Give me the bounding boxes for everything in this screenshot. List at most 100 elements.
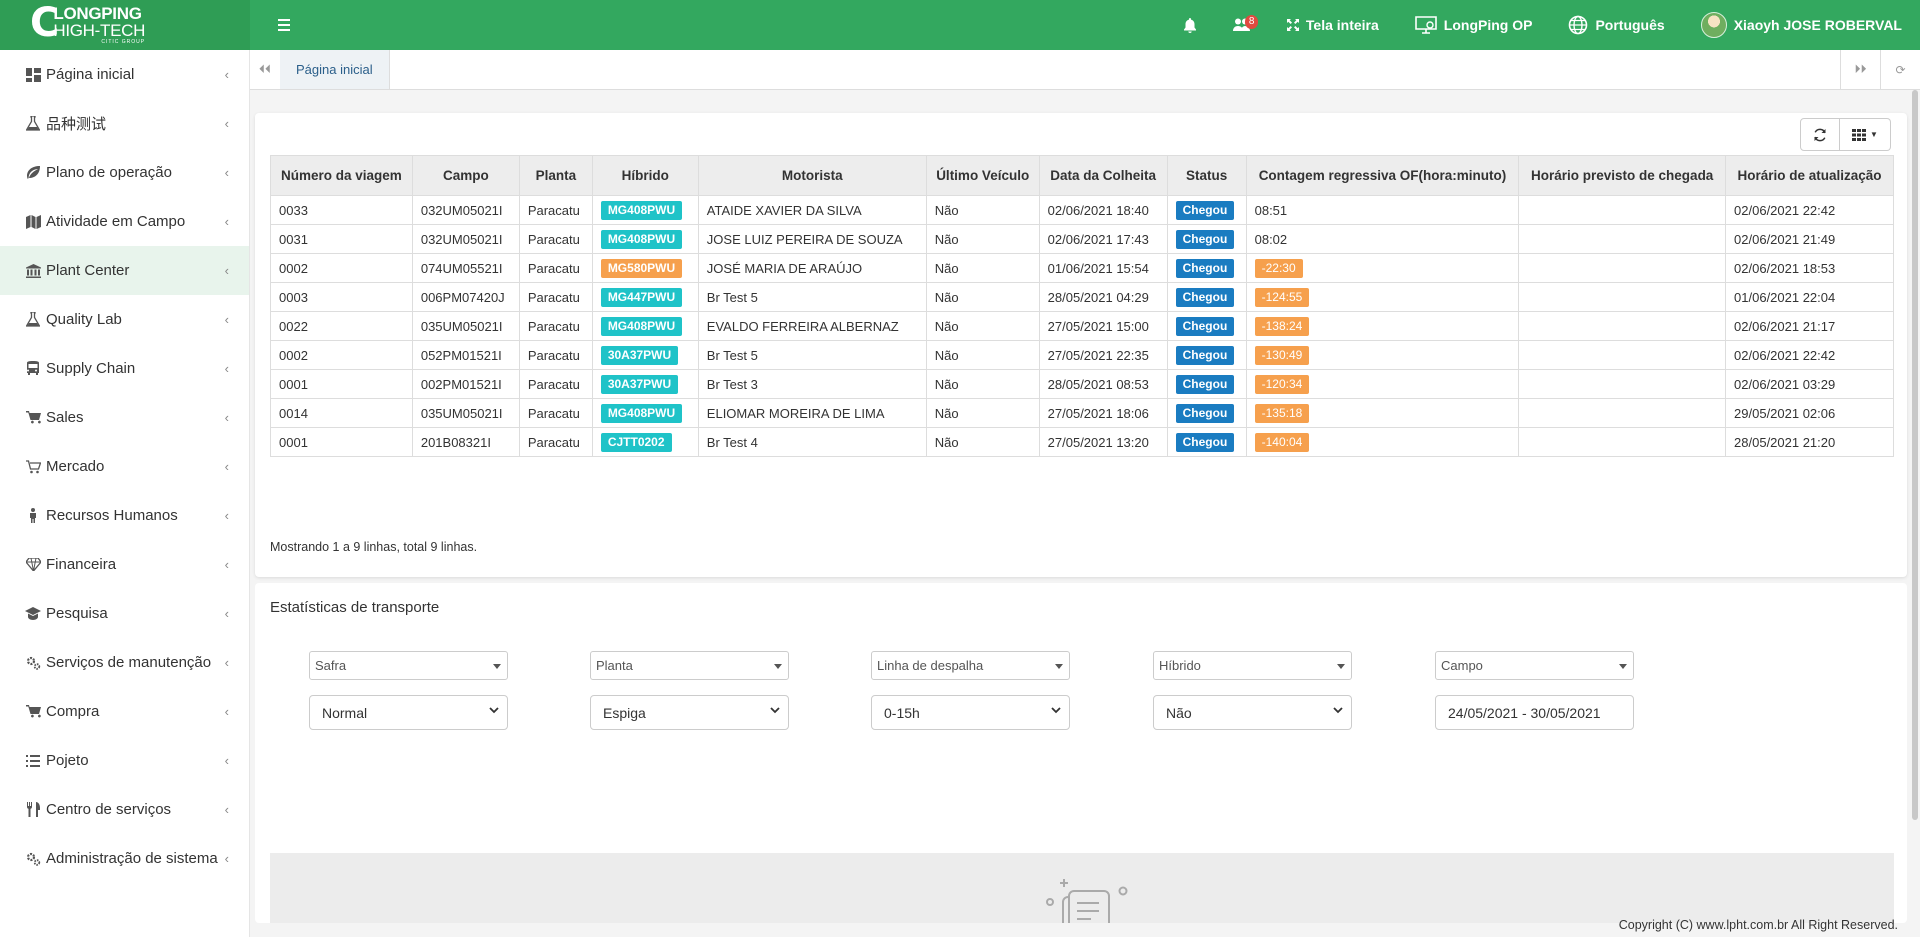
- column-header[interactable]: Número da viagem: [270, 155, 413, 196]
- plant-cell: Paracatu: [518, 340, 593, 370]
- sidebar-item-compra[interactable]: Compra ‹: [0, 687, 249, 736]
- filter-dropdown-4[interactable]: Não: [1153, 695, 1352, 730]
- fullscreen-button[interactable]: Tela inteira: [1269, 0, 1397, 50]
- sidebar-item-label: Mercado: [46, 458, 105, 475]
- update-time-cell: 02/06/2021 18:53: [1725, 253, 1894, 283]
- table-row[interactable]: 0001 002PM01521I Paracatu 30A37PWU Br Test 3…: [270, 369, 1894, 399]
- page-scrollbar[interactable]: [1912, 90, 1918, 820]
- sidebar-item-pojeto[interactable]: Pojeto ‹: [0, 736, 249, 785]
- plant-cell: Paracatu: [518, 311, 593, 341]
- table-row[interactable]: 0002 074UM05521I Paracatu MG580PWU JOSÉ MARI…: [270, 253, 1894, 283]
- driver-cell: JOSÉ MARIA DE ARAÚJO: [697, 253, 927, 283]
- filter-placeholder: Safra: [315, 658, 347, 673]
- filter-dropdown-1[interactable]: Normal: [309, 695, 508, 730]
- plant-cell: Paracatu: [518, 253, 593, 283]
- column-header[interactable]: Horário de atualização: [1725, 155, 1894, 196]
- filter-select-4[interactable]: Híbrido: [1153, 651, 1352, 680]
- sidebar-item-administração-de-sistema[interactable]: Administração de sistema ‹: [0, 834, 249, 883]
- sidebar-item-quality-lab[interactable]: Quality Lab ‹: [0, 295, 249, 344]
- table-row[interactable]: 0001 201B08321I Paracatu CJTT0202 Br Test 4N…: [270, 427, 1894, 457]
- field-cell: 074UM05521I: [411, 253, 520, 283]
- filter-select-5[interactable]: Campo: [1435, 651, 1634, 680]
- status-badge: Chegou: [1175, 403, 1235, 423]
- column-header[interactable]: Status: [1166, 155, 1247, 196]
- column-header[interactable]: Data da Colheita: [1038, 155, 1168, 196]
- sidebar-item-pesquisa[interactable]: Pesquisa ‹: [0, 589, 249, 638]
- sidebar-item-centro-de-serviços[interactable]: Centro de serviços ‹: [0, 785, 249, 834]
- countdown-badge: -138:24: [1254, 316, 1310, 336]
- sidebar-item-recursos-humanos[interactable]: Recursos Humanos ‹: [0, 491, 249, 540]
- sidebar-item-atividade-em-campo[interactable]: Atividade em Campo ‹: [0, 197, 249, 246]
- chevron-left-icon: ‹: [224, 214, 229, 229]
- trip-number-cell: 0031: [270, 224, 413, 254]
- columns-toggle-button[interactable]: ▼: [1840, 118, 1891, 151]
- table-row[interactable]: 0014 035UM05021I Paracatu MG408PWU ELIOMAR M…: [270, 398, 1894, 428]
- status-cell: Chegou: [1166, 282, 1247, 312]
- status-cell: Chegou: [1166, 398, 1247, 428]
- longping-op-button[interactable]: LongPing OP: [1397, 0, 1551, 50]
- sidebar-item-serviços-de-manutenção[interactable]: Serviços de manutenção ‹: [0, 638, 249, 687]
- table-row[interactable]: 0031 032UM05021I Paracatu MG408PWU JOSE LUIZ…: [270, 224, 1894, 254]
- plant-cell: Paracatu: [518, 427, 593, 457]
- brand-logo[interactable]: C LONGPING HIGH-TECH CITIC GROUP: [0, 0, 250, 50]
- tabs-scroll-right-icon[interactable]: ⏵⏵: [1840, 50, 1880, 89]
- update-time-cell: 02/06/2021 21:17: [1725, 311, 1894, 341]
- sidebar-item-label: Pojeto: [46, 752, 89, 769]
- column-header[interactable]: Planta: [518, 155, 593, 196]
- filter-dropdown-3[interactable]: 0-15h: [871, 695, 1070, 730]
- column-header[interactable]: Contagem regressiva OF(hora:minuto): [1245, 155, 1520, 196]
- table-row[interactable]: 0003 006PM07420J Paracatu MG447PWU Br Test 5…: [270, 282, 1894, 312]
- column-header[interactable]: Último Veículo: [925, 155, 1040, 196]
- sidebar-item-label: Página inicial: [46, 66, 135, 83]
- tab-pagina-inicial[interactable]: Página inicial: [280, 50, 390, 89]
- sidebar-item-sales[interactable]: Sales ‹: [0, 393, 249, 442]
- user-menu-button[interactable]: Xiaoyh JOSE ROBERVAL: [1683, 0, 1920, 50]
- trips-table: Número da viagem Campo Planta Híbrido Motori…: [270, 155, 1894, 457]
- sidebar-toggle-icon[interactable]: [278, 19, 300, 31]
- refresh-tab-icon[interactable]: ⟳: [1880, 50, 1920, 89]
- pagination-info: Mostrando 1 a 9 linhas, total 9 linhas.: [270, 540, 478, 554]
- filter-select-2[interactable]: Planta: [590, 651, 789, 680]
- sidebar-item-plant-center[interactable]: Plant Center ‹: [0, 246, 249, 295]
- sidebar-item-supply-chain[interactable]: Supply Chain ‹: [0, 344, 249, 393]
- filter-select-3[interactable]: Linha de despalha: [871, 651, 1070, 680]
- sidebar-item-label: Atividade em Campo: [46, 213, 186, 230]
- table-row[interactable]: 0002 052PM01521I Paracatu 30A37PWU Br Test 5…: [270, 340, 1894, 370]
- countdown-cell: -120:34: [1245, 369, 1520, 399]
- refresh-button[interactable]: [1800, 118, 1840, 151]
- field-cell: 032UM05021I: [411, 224, 520, 254]
- update-time-cell: 01/06/2021 22:04: [1725, 282, 1894, 312]
- filter-dropdown-2[interactable]: Espiga: [590, 695, 789, 730]
- logo-mark-icon: C: [30, 0, 60, 46]
- sidebar-item-品种测试[interactable]: 品种测试 ‹: [0, 99, 249, 148]
- trip-number-cell: 0003: [270, 282, 413, 312]
- notifications-button[interactable]: [1165, 0, 1215, 50]
- column-header[interactable]: Campo: [411, 155, 520, 196]
- sidebar-item-página-inicial[interactable]: Página inicial ‹: [0, 50, 249, 99]
- status-badge: Chegou: [1175, 287, 1235, 307]
- table-row[interactable]: 0033 032UM05021I Paracatu MG408PWU ATAIDE XA…: [270, 195, 1894, 225]
- column-header[interactable]: Horário previsto de chegada: [1518, 155, 1727, 196]
- chart-empty-area: [270, 853, 1894, 923]
- filter-select-1[interactable]: Safra: [309, 651, 508, 680]
- sidebar-item-plano-de-operação[interactable]: Plano de operação ‹: [0, 148, 249, 197]
- sidebar-item-financeira[interactable]: Financeira ‹: [0, 540, 249, 589]
- users-online-button[interactable]: 8: [1215, 0, 1269, 50]
- driver-cell: ELIOMAR MOREIRA DE LIMA: [697, 398, 927, 428]
- no-data-icon: [1046, 879, 1128, 923]
- language-button[interactable]: Português: [1550, 0, 1682, 50]
- sidebar-item-label: 品种测试: [46, 116, 107, 133]
- tabs-scroll-left-icon[interactable]: ⏴⏴: [250, 50, 280, 89]
- cart-plus-icon: [25, 704, 41, 720]
- filter-placeholder: Linha de despalha: [877, 658, 984, 673]
- date-range-input[interactable]: 24/05/2021 - 30/05/2021: [1435, 695, 1634, 730]
- filter-value: 0-15h: [884, 704, 920, 721]
- status-cell: Chegou: [1166, 253, 1247, 283]
- column-header[interactable]: Híbrido: [591, 155, 699, 196]
- expected-arrival-cell: [1518, 195, 1727, 225]
- hybrid-cell: 30A37PWU: [591, 369, 699, 399]
- column-header[interactable]: Motorista: [697, 155, 927, 196]
- graduation-cap-icon: [25, 606, 41, 622]
- table-row[interactable]: 0022 035UM05021I Paracatu MG408PWU EVALDO FE…: [270, 311, 1894, 341]
- sidebar-item-mercado[interactable]: Mercado ‹: [0, 442, 249, 491]
